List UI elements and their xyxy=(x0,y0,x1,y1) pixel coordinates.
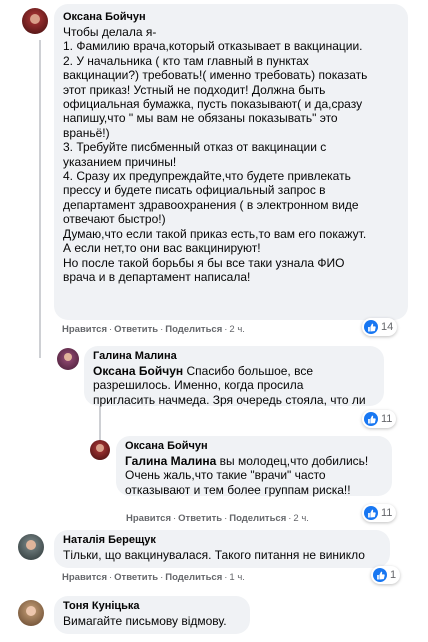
comment-bubble-3: Оксана Бойчун Галина Малина вы молодец,ч… xyxy=(116,436,392,497)
reaction-count[interactable]: 14 xyxy=(362,318,398,336)
comment-text: Вимагайте письмову відмову. xyxy=(63,614,227,628)
text-line: отвечают быстро!) xyxy=(63,212,166,227)
text-line: Оксана Бойчун Спасибо большое, все xyxy=(93,364,366,378)
like-button[interactable]: Нравится xyxy=(62,572,107,583)
text-line: пригласить начмеда. Зря очередь стояла, … xyxy=(93,392,366,407)
share-button[interactable]: Поделиться xyxy=(229,513,286,524)
comment-bubble-4: Наталія Берещук Тільки, що вакцинувалася… xyxy=(54,530,390,568)
text-line: вакцинации?) требовать!( именно требоват… xyxy=(63,68,368,83)
text-line: 4. Сразу их предупреждайте,что будете пр… xyxy=(63,169,351,184)
thread-line-main xyxy=(39,40,41,358)
text-line: Галина Малина вы молодец,что добились! xyxy=(125,454,368,468)
share-button[interactable]: Поделиться xyxy=(165,572,222,583)
comment-text: Оксана Бойчун Спасибо большое, все разре… xyxy=(93,364,366,407)
avatar[interactable] xyxy=(57,348,79,370)
text-line: этот приказ! Устный не подходит! Должна … xyxy=(63,82,326,97)
mention-link[interactable]: Галина Малина xyxy=(125,454,216,468)
text-line: 1. Фамилию врача,который отказывает в ва… xyxy=(63,39,363,54)
timestamp[interactable]: 2 ч. xyxy=(229,324,245,335)
text-line: Вимагайте письмову відмову. xyxy=(63,614,227,628)
reply-button[interactable]: Ответить xyxy=(114,324,158,335)
thumbs-up-icon xyxy=(364,412,378,426)
comment-actions: Нравится · Ответить · Поделиться · 1 ч. xyxy=(62,572,245,583)
comment-actions: Нравится · Ответить · Поделиться · 2 ч. xyxy=(126,513,309,524)
text-line: указанием причины! xyxy=(63,154,177,169)
text-line: Тільки, що вакцинувалася. Такого питання… xyxy=(63,548,365,562)
text-line: Думаю,что если такой приказ есть,то вам … xyxy=(63,226,367,241)
comment-author[interactable]: Наталія Берещук xyxy=(63,534,365,546)
text-line: департамент здравоохранения ( в электрон… xyxy=(63,197,359,212)
comment-bubble-5: Тоня Куніцька Вимагайте письмову відмову… xyxy=(54,596,250,634)
text-line: Очень жаль,что такие "врачи" часто xyxy=(125,468,326,483)
text-line: разрешилось. Именно, когда просила xyxy=(93,378,304,393)
reaction-count[interactable]: 11 xyxy=(362,504,397,522)
comment-author[interactable]: Галина Малина xyxy=(93,350,366,362)
text-line: враньё!) xyxy=(63,125,110,140)
text-line: официальная бумажка, пусть показывают( и… xyxy=(63,97,363,112)
like-button[interactable]: Нравится xyxy=(62,324,107,335)
share-button[interactable]: Поделиться xyxy=(165,324,222,335)
reply-button[interactable]: Ответить xyxy=(178,513,222,524)
reaction-count[interactable]: 11 xyxy=(362,410,397,428)
comment-text: Галина Малина вы молодец,что добились! О… xyxy=(125,454,368,497)
text-line: Чтобы делала я- xyxy=(63,25,157,39)
text-line: Но после такой борьбы я бы все таки узна… xyxy=(63,255,345,270)
like-button[interactable]: Нравится xyxy=(126,513,171,524)
comment-bubble-2: Галина Малина Оксана Бойчун Спасибо боль… xyxy=(84,346,384,407)
reaction-number: 11 xyxy=(381,507,393,519)
timestamp[interactable]: 2 ч. xyxy=(293,513,309,524)
comment-actions: Нравится · Ответить · Поделиться · 2 ч. xyxy=(62,324,245,335)
text-line: 3. Требуйте писбменный отказ от вакцинац… xyxy=(63,140,327,155)
reaction-number: 1 xyxy=(390,569,397,581)
text-line: 2. У начальника ( кто там главный в пунк… xyxy=(63,53,309,68)
avatar[interactable] xyxy=(22,8,48,34)
comment-bubble-1: Оксана Бойчун Чтобы делала я- 1. Фамилию… xyxy=(54,4,408,320)
text-fragment: вы молодец,что добились! xyxy=(216,454,369,468)
timestamp[interactable]: 1 ч. xyxy=(229,572,245,583)
reaction-count[interactable]: 1 xyxy=(371,566,401,584)
text-line: напишу,что " мы вам не обязаны показыват… xyxy=(63,111,338,126)
mention-link[interactable]: Оксана Бойчун xyxy=(93,364,183,378)
comment-author[interactable]: Тоня Куніцька xyxy=(63,600,227,612)
text-line: отказывают и тем более группам риска!! xyxy=(125,482,351,497)
comment-author[interactable]: Оксана Бойчун xyxy=(125,440,368,452)
comment-text: Тільки, що вакцинувалася. Такого питання… xyxy=(63,548,365,562)
comment-author[interactable]: Оксана Бойчун xyxy=(63,11,367,23)
thumbs-up-icon xyxy=(373,568,387,582)
text-line: врача и в департамент написала! xyxy=(63,269,251,284)
reaction-number: 14 xyxy=(381,321,394,333)
avatar[interactable] xyxy=(90,440,110,460)
reply-button[interactable]: Ответить xyxy=(114,572,158,583)
reaction-number: 11 xyxy=(381,413,393,425)
thumbs-up-icon xyxy=(364,320,378,334)
text-line: прессу и будете писать официальный запро… xyxy=(63,183,326,198)
text-fragment: Спасибо большое, все xyxy=(183,364,314,378)
comment-text: Чтобы делала я- 1. Фамилию врача,который… xyxy=(63,25,367,284)
text-line: А если нет,то они вас вакцинируют! xyxy=(63,241,261,256)
thumbs-up-icon xyxy=(364,506,378,520)
avatar[interactable] xyxy=(18,600,44,626)
avatar[interactable] xyxy=(18,534,44,560)
